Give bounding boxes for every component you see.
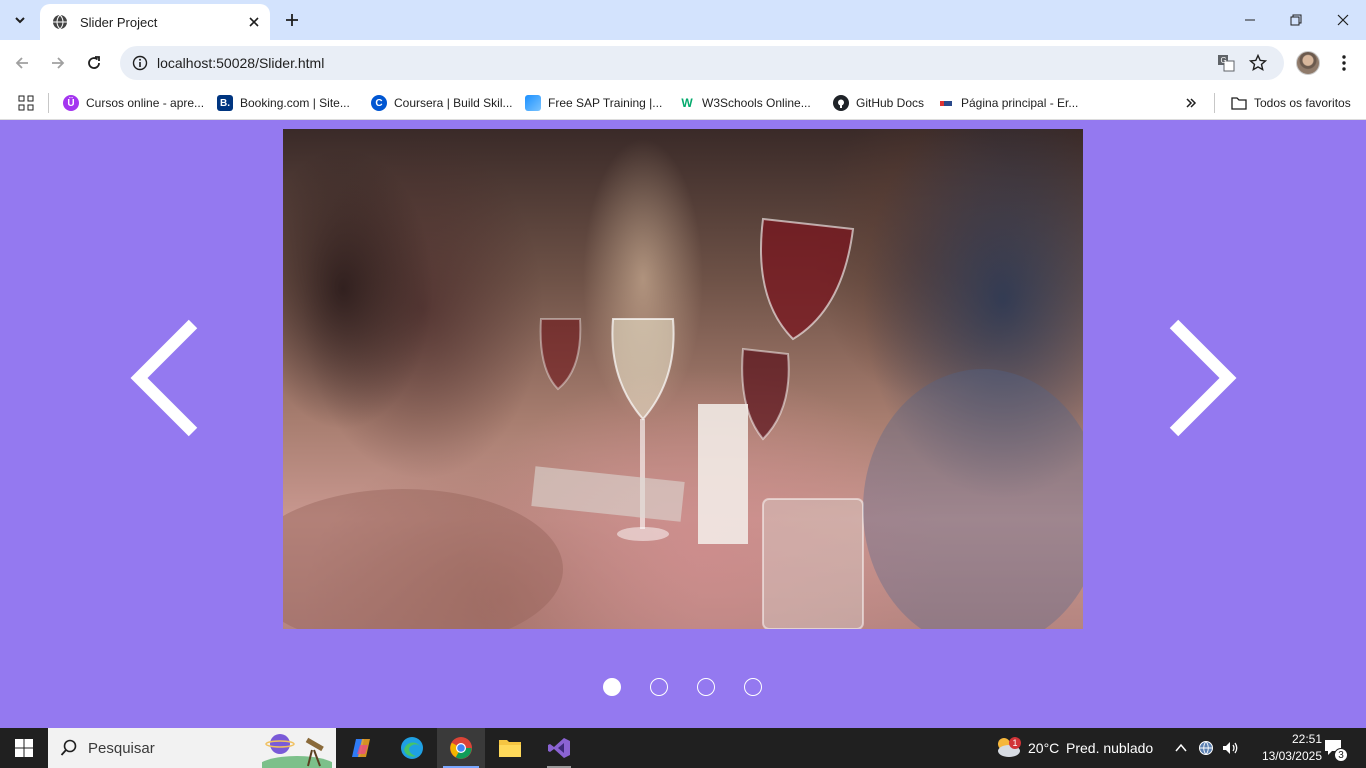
globe-icon	[52, 14, 68, 30]
url-text: localhost:50028/Slider.html	[157, 55, 325, 71]
edge-app-icon[interactable]	[388, 728, 436, 768]
slide-dot-4[interactable]	[744, 678, 762, 696]
bookmark-label: Booking.com | Site...	[240, 96, 350, 110]
close-window-icon[interactable]	[1320, 0, 1366, 40]
bookmark-booking[interactable]: B. Booking.com | Site...	[217, 91, 350, 115]
tab-title: Slider Project	[80, 14, 158, 30]
more-bookmarks-chevron-icon[interactable]	[1180, 93, 1202, 113]
chrome-app-icon[interactable]	[437, 728, 485, 768]
slide-indicators	[603, 678, 763, 696]
copilot-app-icon[interactable]	[338, 728, 386, 768]
taskbar-search-placeholder: Pesquisar	[88, 739, 155, 757]
sap-icon	[525, 95, 541, 111]
folder-icon	[1231, 95, 1247, 111]
slide-photo-illustration	[283, 217, 1083, 629]
bookmark-label: Cursos online - apre...	[86, 96, 205, 110]
taskbar-search-box[interactable]: Pesquisar	[48, 728, 337, 768]
notification-count-badge: 3	[1334, 748, 1348, 762]
forward-arrow-icon[interactable]	[44, 49, 72, 77]
minimize-icon[interactable]	[1227, 0, 1273, 40]
bookmark-label: W3Schools Online...	[702, 96, 811, 110]
translate-icon[interactable]: G	[1214, 51, 1238, 75]
search-icon	[60, 739, 78, 757]
weather-description[interactable]: Pred. nublado	[1066, 740, 1153, 756]
search-highlight-telescope-icon	[257, 732, 337, 768]
network-globe-icon[interactable]	[1198, 740, 1214, 761]
profile-avatar[interactable]	[1296, 51, 1320, 75]
tab-slider-project[interactable]: Slider Project	[40, 4, 270, 40]
restore-icon[interactable]	[1273, 0, 1319, 40]
clock-time: 22:51	[1291, 732, 1322, 746]
github-icon	[833, 95, 849, 111]
tab-search-chevron-down-icon[interactable]	[6, 6, 34, 34]
bookmark-sap[interactable]: Free SAP Training |...	[525, 91, 662, 115]
reload-icon[interactable]	[80, 49, 108, 77]
weather-temperature[interactable]: 20°C	[1028, 740, 1059, 756]
site-info-icon[interactable]	[128, 51, 152, 75]
bookmarks-bar: Ü Cursos online - apre... B. Booking.com…	[0, 86, 1366, 120]
bookmarks-folder-label: Todos os favoritos	[1254, 96, 1351, 110]
slider-page	[0, 121, 1366, 728]
browser-toolbar: localhost:50028/Slider.html G	[0, 40, 1366, 86]
back-arrow-icon[interactable]	[8, 49, 36, 77]
close-tab-icon[interactable]	[244, 12, 264, 32]
coursera-icon: C	[371, 95, 387, 111]
taskbar-clock[interactable]: 22:51 13/03/2025	[1232, 731, 1322, 765]
slide-dot-3[interactable]	[697, 678, 715, 696]
slide-dot-1[interactable]	[603, 678, 621, 696]
previous-slide-arrow-icon[interactable]	[125, 316, 205, 441]
next-slide-arrow-icon[interactable]	[1162, 316, 1242, 441]
bookmarks-all-folder[interactable]: Todos os favoritos	[1231, 91, 1351, 115]
page-icon	[938, 95, 954, 111]
bookmark-star-icon[interactable]	[1246, 51, 1270, 75]
bookmark-label: Coursera | Build Skil...	[394, 96, 513, 110]
bookmarks-separator	[48, 93, 49, 113]
bookmark-w3schools[interactable]: W W3Schools Online...	[679, 91, 811, 115]
bookmark-label: GitHub Docs	[856, 96, 925, 110]
menu-kebab-icon[interactable]	[1330, 49, 1358, 77]
bookmark-label: Página principal - Er...	[961, 96, 1079, 110]
visual-studio-app-icon[interactable]	[535, 728, 583, 768]
clock-date: 13/03/2025	[1261, 749, 1322, 763]
slide-image-friends-wine	[283, 129, 1083, 629]
apps-grid-icon[interactable]	[16, 93, 36, 113]
tab-strip: Slider Project	[0, 0, 1366, 40]
udemy-icon: Ü	[63, 95, 79, 111]
bookmark-coursera[interactable]: C Coursera | Build Skil...	[371, 91, 513, 115]
address-bar[interactable]: localhost:50028/Slider.html G	[120, 46, 1284, 80]
bookmark-github-docs[interactable]: GitHub Docs	[833, 91, 924, 115]
booking-icon: B.	[217, 95, 233, 111]
new-tab-plus-icon[interactable]	[280, 8, 304, 32]
svg-text:G: G	[1221, 56, 1227, 65]
windows-taskbar: Pesquisar 1 20°C Pred. nublado 22:51 13/…	[0, 728, 1366, 768]
bookmark-udemy[interactable]: Ü Cursos online - apre...	[63, 91, 204, 115]
weather-badge: 1	[1009, 737, 1021, 749]
slide-dot-2[interactable]	[650, 678, 668, 696]
windows-start-icon[interactable]	[0, 728, 48, 768]
file-explorer-app-icon[interactable]	[486, 728, 534, 768]
w3schools-icon: W	[679, 95, 695, 111]
bookmark-label: Free SAP Training |...	[548, 96, 663, 110]
bookmarks-separator	[1214, 93, 1215, 113]
bookmark-pagina-principal[interactable]: Página principal - Er...	[938, 91, 1078, 115]
show-hidden-icons-chevron-up-icon[interactable]	[1173, 740, 1189, 761]
